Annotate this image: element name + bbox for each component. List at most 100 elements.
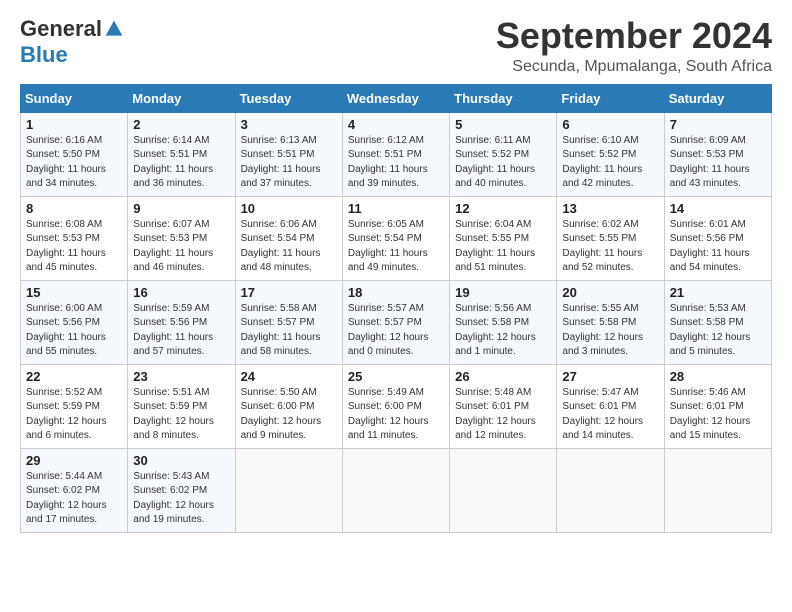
day-info: Sunrise: 6:07 AMSunset: 5:53 PMDaylight:… bbox=[133, 218, 229, 276]
day-number: 1 bbox=[26, 117, 122, 132]
day-info: Sunrise: 5:47 AMSunset: 6:01 PMDaylight:… bbox=[562, 386, 658, 444]
weekday-header-cell: Sunday bbox=[21, 84, 128, 112]
calendar-day-cell: 16 Sunrise: 5:59 AMSunset: 5:56 PMDayligh… bbox=[128, 280, 235, 364]
day-number: 22 bbox=[26, 369, 122, 384]
day-number: 24 bbox=[241, 369, 337, 384]
calendar-day-cell: 22 Sunrise: 5:52 AMSunset: 5:59 PMDayligh… bbox=[21, 364, 128, 448]
day-number: 20 bbox=[562, 285, 658, 300]
day-info: Sunrise: 6:00 AMSunset: 5:56 PMDaylight:… bbox=[26, 302, 122, 360]
calendar-day-cell bbox=[342, 448, 449, 532]
calendar-day-cell bbox=[235, 448, 342, 532]
day-info: Sunrise: 5:59 AMSunset: 5:56 PMDaylight:… bbox=[133, 302, 229, 360]
calendar-day-cell: 12 Sunrise: 6:04 AMSunset: 5:55 PMDayligh… bbox=[450, 196, 557, 280]
day-number: 11 bbox=[348, 201, 444, 216]
day-number: 29 bbox=[26, 453, 122, 468]
day-number: 16 bbox=[133, 285, 229, 300]
calendar-week-row: 29 Sunrise: 5:44 AMSunset: 6:02 PMDayligh… bbox=[21, 448, 772, 532]
calendar-week-row: 8Sunrise: 6:08 AMSunset: 5:53 PMDaylight… bbox=[21, 196, 772, 280]
day-number: 7 bbox=[670, 117, 766, 132]
calendar-day-cell: 13 Sunrise: 6:02 AMSunset: 5:55 PMDayligh… bbox=[557, 196, 664, 280]
calendar-day-cell: 28 Sunrise: 5:46 AMSunset: 6:01 PMDayligh… bbox=[664, 364, 771, 448]
calendar-day-cell: 17Sunrise: 5:58 AMSunset: 5:57 PMDayligh… bbox=[235, 280, 342, 364]
weekday-header-cell: Wednesday bbox=[342, 84, 449, 112]
day-number: 8 bbox=[26, 201, 122, 216]
day-number: 25 bbox=[348, 369, 444, 384]
calendar-day-cell: 4Sunrise: 6:12 AMSunset: 5:51 PMDaylight… bbox=[342, 112, 449, 196]
calendar-day-cell: 3Sunrise: 6:13 AMSunset: 5:51 PMDaylight… bbox=[235, 112, 342, 196]
calendar-day-cell: 11 Sunrise: 6:05 AMSunset: 5:54 PMDayligh… bbox=[342, 196, 449, 280]
weekday-header-row: SundayMondayTuesdayWednesdayThursdayFrid… bbox=[21, 84, 772, 112]
day-info: Sunrise: 6:05 AMSunset: 5:54 PMDaylight:… bbox=[348, 218, 444, 276]
day-info: Sunrise: 5:49 AMSunset: 6:00 PMDaylight:… bbox=[348, 386, 444, 444]
calendar-day-cell: 6Sunrise: 6:10 AMSunset: 5:52 PMDaylight… bbox=[557, 112, 664, 196]
day-info: Sunrise: 5:50 AMSunset: 6:00 PMDaylight:… bbox=[241, 386, 337, 444]
calendar-day-cell: 26 Sunrise: 5:48 AMSunset: 6:01 PMDayligh… bbox=[450, 364, 557, 448]
calendar-day-cell: 27 Sunrise: 5:47 AMSunset: 6:01 PMDayligh… bbox=[557, 364, 664, 448]
day-info: Sunrise: 5:46 AMSunset: 6:01 PMDaylight:… bbox=[670, 386, 766, 444]
calendar-day-cell: 19 Sunrise: 5:56 AMSunset: 5:58 PMDayligh… bbox=[450, 280, 557, 364]
calendar-body: 1 Sunrise: 6:16 AMSunset: 5:50 PMDaylight… bbox=[21, 112, 772, 532]
day-info: Sunrise: 6:14 AMSunset: 5:51 PMDaylight:… bbox=[133, 134, 229, 192]
day-info: Sunrise: 5:51 AMSunset: 5:59 PMDaylight:… bbox=[133, 386, 229, 444]
calendar-day-cell: 20 Sunrise: 5:55 AMSunset: 5:58 PMDayligh… bbox=[557, 280, 664, 364]
day-info: Sunrise: 5:43 AMSunset: 6:02 PMDaylight:… bbox=[133, 470, 229, 528]
calendar-day-cell: 23 Sunrise: 5:51 AMSunset: 5:59 PMDayligh… bbox=[128, 364, 235, 448]
day-number: 12 bbox=[455, 201, 551, 216]
calendar-day-cell bbox=[450, 448, 557, 532]
logo-general: General bbox=[20, 16, 102, 42]
day-number: 10 bbox=[241, 201, 337, 216]
day-info: Sunrise: 5:48 AMSunset: 6:01 PMDaylight:… bbox=[455, 386, 551, 444]
day-number: 23 bbox=[133, 369, 229, 384]
calendar-day-cell: 9Sunrise: 6:07 AMSunset: 5:53 PMDaylight… bbox=[128, 196, 235, 280]
day-info: Sunrise: 6:04 AMSunset: 5:55 PMDaylight:… bbox=[455, 218, 551, 276]
day-number: 27 bbox=[562, 369, 658, 384]
calendar-day-cell: 1 Sunrise: 6:16 AMSunset: 5:50 PMDaylight… bbox=[21, 112, 128, 196]
day-number: 15 bbox=[26, 285, 122, 300]
location: Secunda, Mpumalanga, South Africa bbox=[496, 58, 772, 76]
day-number: 13 bbox=[562, 201, 658, 216]
day-number: 14 bbox=[670, 201, 766, 216]
weekday-header-cell: Monday bbox=[128, 84, 235, 112]
logo-icon bbox=[104, 19, 124, 39]
month-title: September 2024 bbox=[496, 16, 772, 56]
page-header: General Blue September 2024 Secunda, Mpu… bbox=[20, 16, 772, 76]
day-number: 18 bbox=[348, 285, 444, 300]
day-number: 5 bbox=[455, 117, 551, 132]
calendar-day-cell: 29 Sunrise: 5:44 AMSunset: 6:02 PMDayligh… bbox=[21, 448, 128, 532]
day-info: Sunrise: 5:53 AMSunset: 5:58 PMDaylight:… bbox=[670, 302, 766, 360]
logo-blue: Blue bbox=[20, 42, 68, 68]
weekday-header-cell: Tuesday bbox=[235, 84, 342, 112]
day-info: Sunrise: 6:01 AMSunset: 5:56 PMDaylight:… bbox=[670, 218, 766, 276]
weekday-header-cell: Saturday bbox=[664, 84, 771, 112]
day-info: Sunrise: 6:16 AMSunset: 5:50 PMDaylight:… bbox=[26, 134, 122, 192]
day-number: 26 bbox=[455, 369, 551, 384]
calendar-day-cell: 15 Sunrise: 6:00 AMSunset: 5:56 PMDayligh… bbox=[21, 280, 128, 364]
calendar-day-cell: 8Sunrise: 6:08 AMSunset: 5:53 PMDaylight… bbox=[21, 196, 128, 280]
calendar-day-cell: 21 Sunrise: 5:53 AMSunset: 5:58 PMDayligh… bbox=[664, 280, 771, 364]
day-info: Sunrise: 5:55 AMSunset: 5:58 PMDaylight:… bbox=[562, 302, 658, 360]
title-block: September 2024 Secunda, Mpumalanga, Sout… bbox=[496, 16, 772, 76]
day-info: Sunrise: 5:57 AMSunset: 5:57 PMDaylight:… bbox=[348, 302, 444, 360]
day-info: Sunrise: 6:02 AMSunset: 5:55 PMDaylight:… bbox=[562, 218, 658, 276]
day-info: Sunrise: 5:58 AMSunset: 5:57 PMDaylight:… bbox=[241, 302, 337, 360]
day-number: 2 bbox=[133, 117, 229, 132]
day-info: Sunrise: 6:09 AMSunset: 5:53 PMDaylight:… bbox=[670, 134, 766, 192]
calendar-day-cell: 14 Sunrise: 6:01 AMSunset: 5:56 PMDayligh… bbox=[664, 196, 771, 280]
calendar-table: SundayMondayTuesdayWednesdayThursdayFrid… bbox=[20, 84, 772, 533]
calendar-day-cell: 24 Sunrise: 5:50 AMSunset: 6:00 PMDayligh… bbox=[235, 364, 342, 448]
day-info: Sunrise: 5:52 AMSunset: 5:59 PMDaylight:… bbox=[26, 386, 122, 444]
day-info: Sunrise: 6:06 AMSunset: 5:54 PMDaylight:… bbox=[241, 218, 337, 276]
day-number: 21 bbox=[670, 285, 766, 300]
calendar-day-cell: 25 Sunrise: 5:49 AMSunset: 6:00 PMDayligh… bbox=[342, 364, 449, 448]
calendar-day-cell: 30Sunrise: 5:43 AMSunset: 6:02 PMDayligh… bbox=[128, 448, 235, 532]
calendar-week-row: 22 Sunrise: 5:52 AMSunset: 5:59 PMDayligh… bbox=[21, 364, 772, 448]
calendar-day-cell bbox=[664, 448, 771, 532]
day-info: Sunrise: 5:44 AMSunset: 6:02 PMDaylight:… bbox=[26, 470, 122, 528]
day-number: 19 bbox=[455, 285, 551, 300]
calendar-day-cell: 7 Sunrise: 6:09 AMSunset: 5:53 PMDaylight… bbox=[664, 112, 771, 196]
calendar-day-cell bbox=[557, 448, 664, 532]
day-info: Sunrise: 6:11 AMSunset: 5:52 PMDaylight:… bbox=[455, 134, 551, 192]
day-number: 4 bbox=[348, 117, 444, 132]
day-number: 28 bbox=[670, 369, 766, 384]
day-info: Sunrise: 5:56 AMSunset: 5:58 PMDaylight:… bbox=[455, 302, 551, 360]
